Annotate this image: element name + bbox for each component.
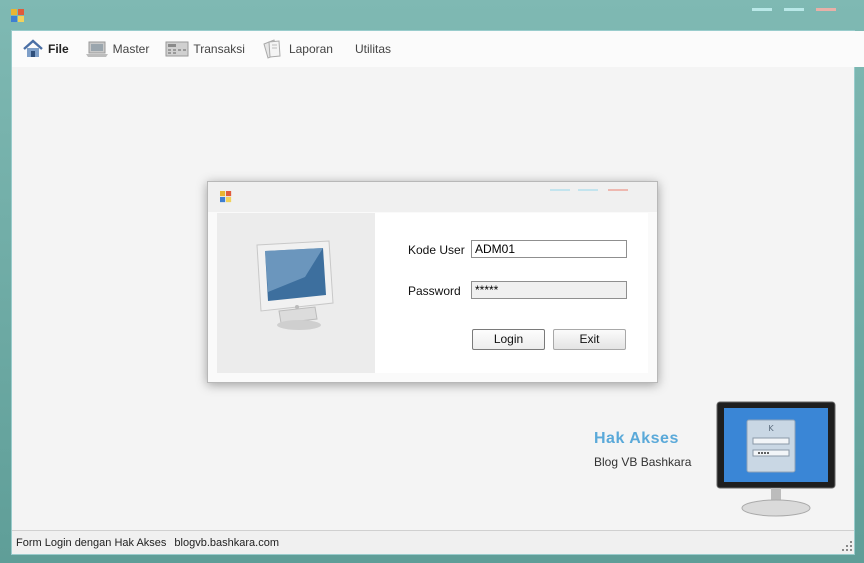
maximize-button[interactable] xyxy=(784,8,804,11)
title-bar[interactable] xyxy=(0,0,864,26)
status-text-description: Form Login dengan Hak Akses xyxy=(16,536,167,549)
computer-monitor-icon xyxy=(256,240,334,330)
menu-laporan-label: Laporan xyxy=(288,42,333,56)
client-area: File Master Transaksi Laporan Utilitas K… xyxy=(11,30,864,555)
menu-bar: File Master Transaksi Laporan Utilitas xyxy=(12,31,864,67)
brand-subtitle: Blog VB Bashkara xyxy=(594,455,692,469)
login-button[interactable]: Login xyxy=(472,329,545,350)
calculator-icon xyxy=(165,41,189,57)
menu-utilitas[interactable]: Utilitas xyxy=(355,42,391,56)
status-bar: Form Login dengan Hak Akses blogvb.bashk… xyxy=(12,530,854,554)
main-window: File Master Transaksi Laporan Utilitas K… xyxy=(0,0,864,563)
house-icon xyxy=(23,39,43,57)
brand-title: Hak Akses xyxy=(594,430,679,447)
password-label: Password xyxy=(408,284,461,298)
status-text-url: blogvb.bashkara.com xyxy=(174,536,279,549)
app-icon xyxy=(11,9,24,22)
menu-file-label: File xyxy=(48,42,69,56)
menu-utilitas-label: Utilitas xyxy=(354,42,391,56)
menu-master-label: Master xyxy=(112,42,150,56)
password-input[interactable] xyxy=(471,281,627,299)
app-icon xyxy=(220,191,232,203)
login-maximize-button[interactable] xyxy=(578,189,598,191)
login-image-panel xyxy=(217,213,375,373)
menu-file[interactable]: File xyxy=(22,39,69,59)
kode-user-input[interactable] xyxy=(471,240,627,258)
login-title-bar[interactable] xyxy=(208,182,657,212)
menu-laporan[interactable]: Laporan xyxy=(261,38,333,60)
caption-buttons xyxy=(752,8,836,11)
svg-text:K: K xyxy=(768,424,774,433)
exit-button[interactable]: Exit xyxy=(553,329,626,350)
login-minimize-button[interactable] xyxy=(550,189,570,191)
resize-grip-icon[interactable] xyxy=(842,541,852,551)
login-screen-monitor-icon: K xyxy=(716,401,836,517)
menu-master[interactable]: Master xyxy=(85,39,150,59)
documents-icon xyxy=(263,39,281,59)
kode-user-label: Kode User xyxy=(408,243,465,257)
menu-transaksi-label: Transaksi xyxy=(193,42,245,56)
minimize-button[interactable] xyxy=(752,8,772,11)
close-button[interactable] xyxy=(816,8,836,11)
login-dialog: Kode User Password Login Exit xyxy=(207,181,658,383)
login-form-panel: Kode User Password Login Exit xyxy=(375,213,648,373)
menu-transaksi[interactable]: Transaksi xyxy=(165,39,245,59)
laptop-icon xyxy=(85,41,108,57)
login-close-button[interactable] xyxy=(608,189,628,191)
